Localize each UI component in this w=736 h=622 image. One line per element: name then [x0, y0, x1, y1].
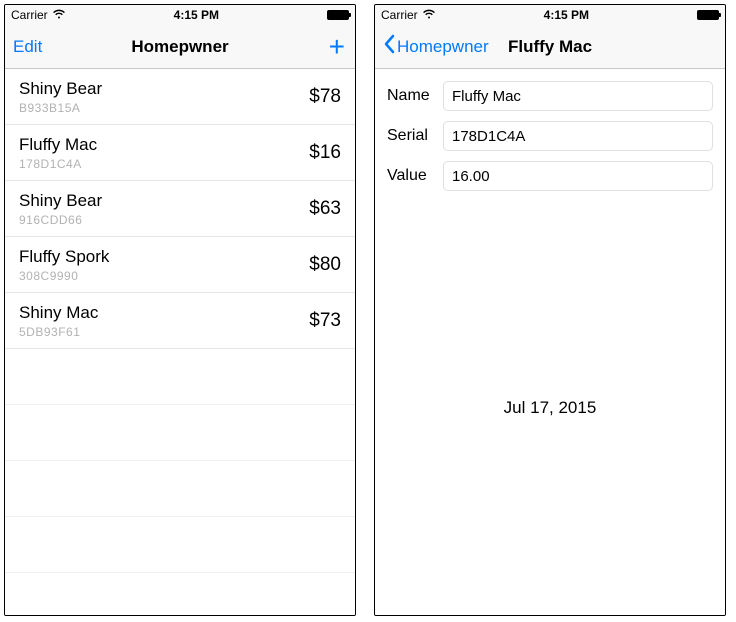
serial-row: Serial	[387, 121, 713, 151]
item-price: $78	[309, 86, 341, 108]
item-serial: 916CDD66	[19, 213, 102, 227]
clock: 4:15 PM	[544, 8, 589, 22]
serial-label: Serial	[387, 127, 443, 145]
status-bar: Carrier 4:15 PM	[5, 5, 355, 25]
item-name: Fluffy Mac	[19, 135, 97, 155]
page-title: Homepwner	[131, 37, 228, 57]
wifi-icon	[52, 8, 66, 22]
carrier-label: Carrier	[11, 8, 48, 22]
battery-icon	[697, 10, 719, 20]
empty-row	[5, 405, 355, 461]
item-price: $16	[309, 142, 341, 164]
item-serial: 178D1C4A	[19, 157, 97, 171]
item-list[interactable]: Shiny Bear B933B15A $78 Fluffy Mac 178D1…	[5, 69, 355, 615]
item-price: $63	[309, 198, 341, 220]
item-name: Shiny Bear	[19, 191, 102, 211]
name-row: Name	[387, 81, 713, 111]
serial-field[interactable]	[443, 121, 713, 151]
date-created-label: Jul 17, 2015	[504, 398, 597, 418]
value-field[interactable]	[443, 161, 713, 191]
empty-row	[5, 349, 355, 405]
item-serial: 5DB93F61	[19, 325, 98, 339]
item-price: $80	[309, 254, 341, 276]
table-row[interactable]: Fluffy Spork 308C9990 $80	[5, 237, 355, 293]
status-bar: Carrier 4:15 PM	[375, 5, 725, 25]
item-price: $73	[309, 310, 341, 332]
name-field[interactable]	[443, 81, 713, 111]
empty-row	[5, 517, 355, 573]
item-name: Fluffy Spork	[19, 247, 109, 267]
item-name: Shiny Bear	[19, 79, 102, 99]
item-serial: 308C9990	[19, 269, 109, 283]
edit-button[interactable]: Edit	[13, 37, 42, 57]
back-label: Homepwner	[397, 37, 489, 57]
value-label: Value	[387, 167, 443, 185]
clock: 4:15 PM	[174, 8, 219, 22]
back-button[interactable]: Homepwner	[383, 34, 489, 59]
detail-body: Name Serial Value Jul 17, 2015	[375, 69, 725, 615]
item-name: Shiny Mac	[19, 303, 98, 323]
table-row[interactable]: Fluffy Mac 178D1C4A $16	[5, 125, 355, 181]
table-row[interactable]: Shiny Mac 5DB93F61 $73	[5, 293, 355, 349]
empty-row	[5, 573, 355, 615]
table-row[interactable]: Shiny Bear 916CDD66 $63	[5, 181, 355, 237]
wifi-icon	[422, 8, 436, 22]
empty-row	[5, 461, 355, 517]
plus-icon: +	[329, 33, 345, 61]
add-button[interactable]: +	[329, 33, 345, 61]
nav-bar: Homepwner Fluffy Mac	[375, 25, 725, 69]
chevron-left-icon	[383, 34, 395, 59]
battery-icon	[327, 10, 349, 20]
detail-screen: Carrier 4:15 PM Homepwner Fluffy Mac Nam…	[374, 4, 726, 616]
carrier-label: Carrier	[381, 8, 418, 22]
page-title: Fluffy Mac	[508, 37, 592, 57]
item-serial: B933B15A	[19, 101, 102, 115]
nav-bar: Edit Homepwner +	[5, 25, 355, 69]
table-row[interactable]: Shiny Bear B933B15A $78	[5, 69, 355, 125]
value-row: Value	[387, 161, 713, 191]
list-screen: Carrier 4:15 PM Edit Homepwner + Shiny B…	[4, 4, 356, 616]
name-label: Name	[387, 87, 443, 105]
